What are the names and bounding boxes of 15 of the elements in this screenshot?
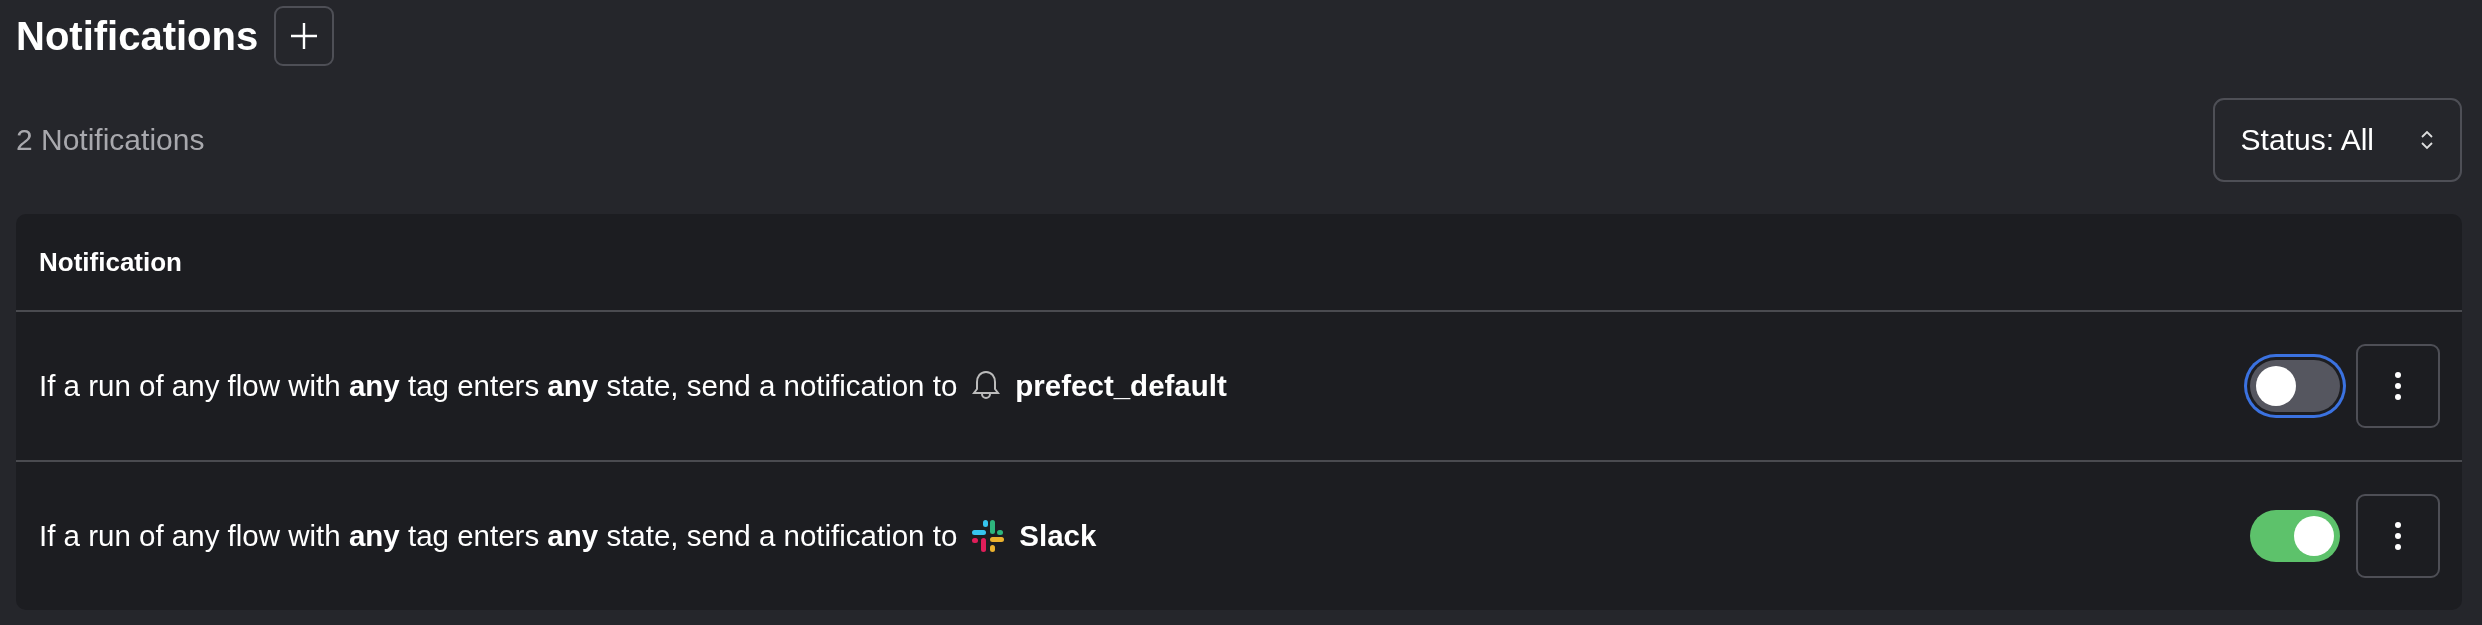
status-select[interactable]: Status: All (2212, 98, 2462, 182)
notification-count: 2 Notifications (16, 123, 205, 157)
kebab-menu-icon (2394, 521, 2402, 551)
plus-icon (289, 21, 320, 51)
page-title: Notifications (16, 13, 259, 59)
column-header: Notification (39, 246, 182, 278)
notification-text: If a run of any flow with any tag enters any state, send a notification to (39, 369, 958, 403)
toggle-switch[interactable] (2250, 510, 2340, 562)
kebab-menu-icon (2394, 371, 2402, 401)
slack-icon (971, 519, 1006, 553)
chevron-updown-icon (2420, 128, 2434, 152)
channel-name: Slack (1019, 519, 1097, 553)
add-button[interactable] (274, 6, 335, 66)
channel-name: prefect_default (1015, 369, 1227, 403)
notification-text: If a run of any flow with any tag enters any state, send a notification to (39, 519, 958, 553)
